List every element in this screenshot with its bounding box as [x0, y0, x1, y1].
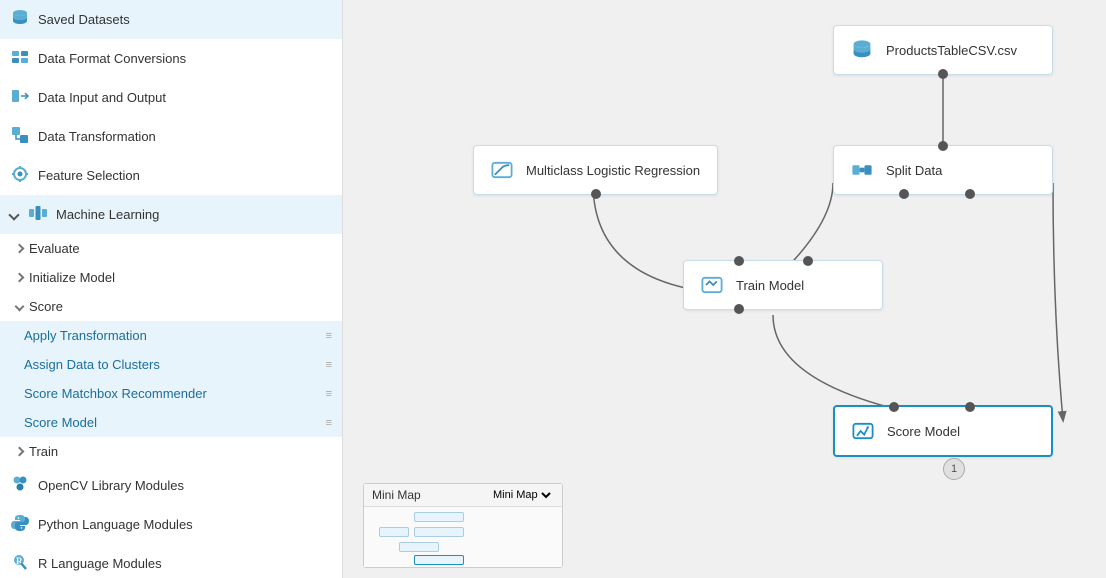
database-icon [848, 36, 876, 64]
sidebar-item-feature-selection[interactable]: Feature Selection [0, 156, 342, 195]
input-icon [10, 86, 30, 109]
sidebar-label-python: Python Language Modules [38, 517, 193, 532]
connection-dot-top-left [889, 402, 899, 412]
sidebar-label-evaluate: Evaluate [29, 241, 80, 256]
drag-handle-icon: ≡ [326, 330, 332, 342]
chevron-right-icon [15, 273, 25, 283]
connection-dot-top-left [734, 256, 744, 266]
node-label-split-data: Split Data [886, 163, 942, 178]
sidebar-item-train[interactable]: Train [0, 437, 342, 466]
minimap-node-3 [379, 527, 409, 537]
sidebar-item-score-matchbox[interactable]: Score Matchbox Recommender ≡ [0, 379, 342, 408]
chevron-right-icon [15, 447, 25, 457]
connection-dot-bottom-left [899, 189, 909, 199]
chevron-down-icon [15, 302, 25, 312]
sidebar-label-score: Score [29, 299, 63, 314]
connection-dot-bottom [734, 304, 744, 314]
regression-icon [488, 156, 516, 184]
sidebar-label-r-language: R Language Modules [38, 556, 162, 571]
sidebar-item-assign-clusters[interactable]: Assign Data to Clusters ≡ [0, 350, 342, 379]
connection-dot-top-right [965, 402, 975, 412]
sidebar-item-saved-datasets[interactable]: Saved Datasets [0, 0, 342, 39]
sidebar-label-data-input: Data Input and Output [38, 90, 166, 105]
python-icon [10, 513, 30, 536]
connection-dot-top-right [803, 256, 813, 266]
sidebar-label-feature-selection: Feature Selection [38, 168, 140, 183]
node-score-model[interactable]: Score Model [833, 405, 1053, 457]
sidebar-item-score[interactable]: Score [0, 292, 342, 321]
sidebar-label-machine-learning: Machine Learning [56, 207, 159, 222]
node-label-train-model: Train Model [736, 278, 804, 293]
minimap-node-1 [414, 512, 464, 522]
connection-dot-bottom-right [965, 189, 975, 199]
node-label-score-model: Score Model [887, 424, 960, 439]
sidebar-label-initialize-model: Initialize Model [29, 270, 115, 285]
score-model-badge: 1 [943, 458, 965, 480]
node-label-products-csv: ProductsTableCSV.csv [886, 43, 1017, 58]
node-products-csv[interactable]: ProductsTableCSV.csv [833, 25, 1053, 75]
sidebar-label-score-model: Score Model [24, 415, 97, 430]
drag-handle-icon: ≡ [326, 388, 332, 400]
dataset-icon [10, 8, 30, 31]
connection-dot [938, 69, 948, 79]
minimap: Mini Map Mini Map [363, 483, 563, 568]
connection-dot-bottom [591, 189, 601, 199]
ml-icon [28, 203, 48, 226]
node-train-model[interactable]: Train Model [683, 260, 883, 310]
main-canvas: ProductsTableCSV.csv Split Data Multicla… [343, 0, 1106, 578]
sidebar-item-data-format[interactable]: Data Format Conversions [0, 39, 342, 78]
sidebar-item-score-model[interactable]: Score Model ≡ [0, 408, 342, 437]
sidebar-label-data-transformation: Data Transformation [38, 129, 156, 144]
sidebar: Saved Datasets Data Format Conversions D… [0, 0, 343, 578]
sidebar-label-data-format: Data Format Conversions [38, 51, 186, 66]
format-icon [10, 47, 30, 70]
minimap-body [364, 507, 562, 567]
split-icon [848, 156, 876, 184]
chevron-down-icon [8, 209, 19, 220]
minimap-dropdown[interactable]: Mini Map [489, 488, 554, 502]
minimap-label: Mini Map [372, 488, 421, 502]
sidebar-item-data-transformation[interactable]: Data Transformation [0, 117, 342, 156]
feature-icon [10, 164, 30, 187]
badge-value: 1 [951, 463, 957, 475]
sidebar-label-apply-transformation: Apply Transformation [24, 328, 147, 343]
sidebar-item-apply-transformation[interactable]: Apply Transformation ≡ [0, 321, 342, 350]
minimap-node-2 [414, 527, 464, 537]
sidebar-item-data-input[interactable]: Data Input and Output [0, 78, 342, 117]
node-split-data[interactable]: Split Data [833, 145, 1053, 195]
sidebar-item-opencv[interactable]: OpenCV Library Modules [0, 466, 342, 505]
sidebar-label-opencv: OpenCV Library Modules [38, 478, 184, 493]
sidebar-label-score-matchbox: Score Matchbox Recommender [24, 386, 207, 401]
minimap-node-4 [399, 542, 439, 552]
sidebar-item-python[interactable]: Python Language Modules [0, 505, 342, 544]
sidebar-label-assign-clusters: Assign Data to Clusters [24, 357, 160, 372]
r-icon: R [10, 552, 30, 575]
minimap-node-5 [414, 555, 464, 565]
node-logistic-regression[interactable]: Multiclass Logistic Regression [473, 145, 718, 195]
chevron-right-icon [15, 244, 25, 254]
sidebar-item-initialize-model[interactable]: Initialize Model [0, 263, 342, 292]
node-label-logistic-regression: Multiclass Logistic Regression [526, 163, 700, 178]
opencv-icon [10, 474, 30, 497]
transform-icon [10, 125, 30, 148]
sidebar-item-machine-learning[interactable]: Machine Learning [0, 195, 342, 234]
connection-dot-top [938, 141, 948, 151]
drag-handle-icon: ≡ [326, 359, 332, 371]
minimap-header[interactable]: Mini Map Mini Map [364, 484, 562, 507]
sidebar-label-saved-datasets: Saved Datasets [38, 12, 130, 27]
sidebar-label-train: Train [29, 444, 58, 459]
train-icon [698, 271, 726, 299]
score-icon [849, 417, 877, 445]
sidebar-item-r-language[interactable]: R R Language Modules [0, 544, 342, 578]
sidebar-item-evaluate[interactable]: Evaluate [0, 234, 342, 263]
drag-handle-icon: ≡ [326, 417, 332, 429]
